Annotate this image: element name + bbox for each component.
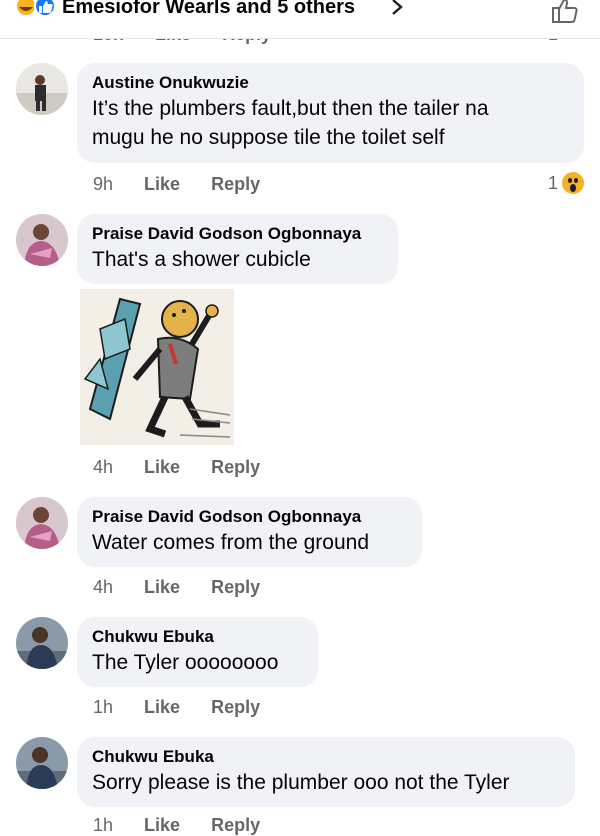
avatar[interactable] [16,214,68,266]
comment-text-line: The Tyler oooooooo [92,651,279,674]
comment-time: 4h [93,457,114,477]
comment-author[interactable]: Chukwu Ebuka [92,626,303,648]
like-link[interactable]: Like [144,577,180,598]
comment-text-line: It’s the plumbers fault,but then the tai… [92,97,489,120]
comment-bubble: Praise David Godson Ogbonnaya That's a s… [77,214,398,284]
like-link[interactable]: Like [144,174,180,195]
comment-actions: 9h Like Reply [93,174,286,195]
comment-bubble: Chukwu Ebuka The Tyler oooooooo [77,617,318,687]
like-link[interactable]: Like [144,697,180,718]
avatar[interactable] [16,617,68,669]
avatar[interactable] [16,497,68,549]
running-cartoon-cat-sticker[interactable] [80,289,234,445]
reaction-count[interactable]: 1 [548,172,584,194]
reply-link[interactable]: Reply [211,457,260,478]
comment-bubble: Austine Onukwuzie It’s the plumbers faul… [77,63,584,163]
thumb-up-outline-icon[interactable] [550,0,580,24]
profile-photo [16,63,68,115]
profile-photo [16,497,68,549]
like-icon [34,0,56,17]
profile-photo [16,737,68,789]
comment-bubble: Praise David Godson Ogbonnaya Water come… [77,497,422,567]
reactions-bar[interactable]: Emesiofor Wearls and 5 others [0,0,600,39]
comment-author[interactable]: Praise David Godson Ogbonnaya [92,506,407,528]
reaction-count-number: 1 [547,172,558,193]
comment-text-line: mugu he no suppose tile the toilet self [92,126,445,149]
avatar[interactable] [16,737,68,789]
comment-time: 9h [93,174,114,194]
reaction-icons [15,0,56,17]
comment-actions: 4h Like Reply [93,457,286,478]
comment-author[interactable]: Austine Onukwuzie [92,72,569,94]
reply-link[interactable]: Reply [211,577,260,598]
avatar[interactable] [16,63,68,115]
profile-photo [16,617,68,669]
reply-link[interactable]: Reply [211,697,260,718]
comment-text-line: That's a shower cubicle [92,248,311,271]
reply-link[interactable]: Reply [211,174,260,195]
comment-author[interactable]: Chukwu Ebuka [92,746,560,768]
comment-actions: 4h Like Reply [93,577,286,598]
like-link[interactable]: Like [144,457,180,478]
comment-author[interactable]: Praise David Godson Ogbonnaya [92,223,383,245]
reactions-summary[interactable]: Emesiofor Wearls and 5 others [62,0,355,19]
comment-time: 1h [93,697,114,717]
comment-text-line: Water comes from the ground [92,531,369,554]
profile-photo [16,214,68,266]
wow-icon [562,172,584,194]
comment-time: 4h [93,577,114,597]
comment-bubble: Chukwu Ebuka Sorry please is the plumber… [77,737,575,807]
haha-icon [15,0,37,17]
comment-text-line: Sorry please is the plumber ooo not the … [92,771,510,794]
chevron-right-icon[interactable] [388,0,406,22]
comment-actions: 1h Like Reply [93,697,286,718]
